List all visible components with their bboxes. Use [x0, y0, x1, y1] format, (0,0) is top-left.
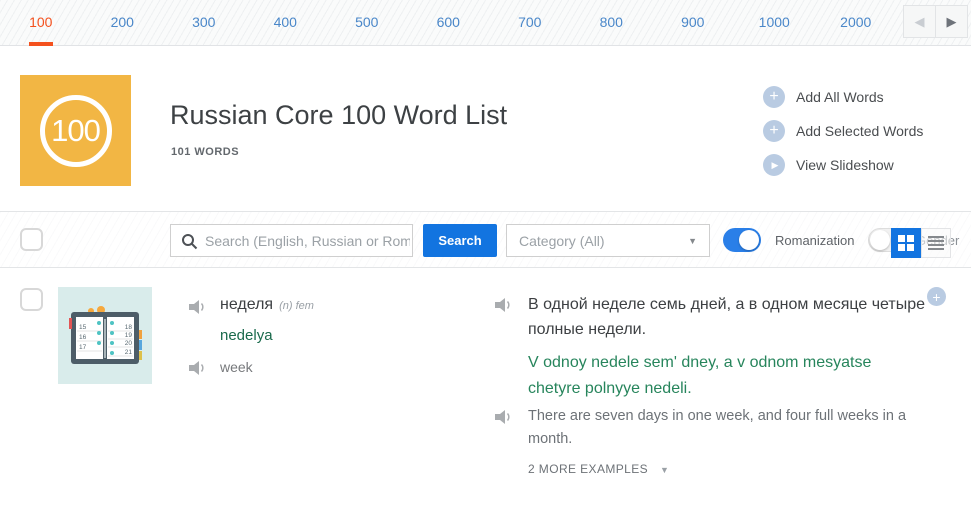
add-selected-words-button[interactable]: + Add Selected Words: [763, 120, 923, 142]
grid-view-button[interactable]: [891, 228, 921, 258]
right-arrow-icon: ▶: [947, 15, 957, 28]
word-meaning: week: [220, 359, 253, 375]
word-pos: (n) fem: [279, 300, 314, 312]
tab-200[interactable]: 200: [82, 0, 164, 46]
svg-text:18: 18: [125, 324, 133, 331]
chevron-down-icon: ▼: [688, 225, 697, 258]
svg-text:20: 20: [125, 340, 133, 347]
word-count: 101 WORDS: [171, 146, 239, 158]
add-word-button[interactable]: +: [927, 287, 946, 306]
list-badge: 100: [20, 75, 131, 186]
list-view-icon: [928, 236, 944, 238]
search-button[interactable]: Search: [423, 224, 497, 257]
speaker-icon: [188, 299, 207, 315]
play-meaning-audio-button[interactable]: [188, 360, 207, 381]
svg-text:17: 17: [79, 344, 87, 351]
view-slideshow-button[interactable]: ▶ View Slideshow: [763, 154, 923, 176]
select-all-checkbox[interactable]: [20, 228, 43, 251]
svg-text:15: 15: [79, 324, 87, 331]
category-value: Category (All): [519, 225, 605, 257]
add-selected-words-label: Add Selected Words: [796, 123, 923, 139]
view-slideshow-label: View Slideshow: [796, 157, 894, 173]
word-romanization: nedelya: [220, 327, 273, 344]
category-dropdown[interactable]: Category (All) ▼: [506, 224, 710, 257]
tab-500[interactable]: 500: [326, 0, 408, 46]
tab-2000[interactable]: 2000: [815, 0, 897, 46]
tab-600[interactable]: 600: [408, 0, 490, 46]
search-input[interactable]: [205, 225, 410, 256]
add-all-words-button[interactable]: + Add All Words: [763, 86, 923, 108]
example-russian: В одной неделе семь дней, а в одном меся…: [528, 292, 932, 342]
play-word-audio-button[interactable]: [188, 299, 207, 320]
prev-tabs-button[interactable]: ◀: [903, 5, 936, 38]
play-example-audio-button[interactable]: [494, 297, 513, 318]
more-examples-button[interactable]: 2 MORE EXAMPLES ▼: [528, 462, 669, 476]
search-box: [170, 224, 413, 257]
example-romanization: V odnoy nedele sem' dney, a v odnom mesy…: [528, 350, 900, 402]
list-toolbar: Search Category (All) ▼ Romanization Gen…: [0, 211, 971, 268]
tab-700[interactable]: 700: [489, 0, 571, 46]
speaker-icon: [188, 360, 207, 376]
word-russian: неделя: [220, 296, 273, 313]
romanization-label: Romanization: [775, 233, 855, 248]
svg-text:19: 19: [125, 332, 133, 339]
chevron-down-icon: ▼: [660, 465, 669, 475]
level-tabs: 100 200 300 400 500 600 700 800 900 1000…: [0, 0, 897, 46]
plus-circle-icon: +: [763, 120, 785, 142]
level-tab-bar: 100 200 300 400 500 600 700 800 900 1000…: [0, 0, 971, 46]
tab-300[interactable]: 300: [163, 0, 245, 46]
tab-pager: ◀ ▶: [903, 5, 968, 38]
next-tabs-button[interactable]: ▶: [935, 5, 968, 38]
tab-1000[interactable]: 1000: [734, 0, 816, 46]
tab-800[interactable]: 800: [571, 0, 653, 46]
plus-circle-icon: +: [763, 86, 785, 108]
word-row: 15 16 17 18 19 20 21 неделя (n) fem nedel…: [0, 268, 971, 506]
more-examples-label: 2 MORE EXAMPLES: [528, 462, 648, 476]
play-circle-icon: ▶: [763, 154, 785, 176]
romanization-toggle[interactable]: [723, 228, 761, 252]
word-list-page: 100 200 300 400 500 600 700 800 900 1000…: [0, 0, 971, 506]
example-english: There are seven days in one week, and fo…: [528, 405, 928, 451]
search-icon: [181, 233, 198, 250]
svg-text:16: 16: [79, 334, 87, 341]
word-checkbox[interactable]: [20, 288, 43, 311]
list-actions: + Add All Words + Add Selected Words ▶ V…: [763, 86, 923, 188]
list-view-button[interactable]: [921, 228, 951, 258]
left-arrow-icon: ◀: [915, 15, 925, 28]
speaker-icon: [494, 297, 513, 313]
svg-text:21: 21: [125, 349, 133, 356]
page-title: Russian Core 100 Word List: [170, 100, 507, 131]
add-all-words-label: Add All Words: [796, 89, 884, 105]
tab-900[interactable]: 900: [652, 0, 734, 46]
word-image-calendar: 15 16 17 18 19 20 21: [58, 287, 152, 384]
speaker-icon: [494, 409, 513, 425]
play-example-english-audio-button[interactable]: [494, 409, 513, 430]
tab-400[interactable]: 400: [245, 0, 327, 46]
grid-view-icon: [897, 234, 915, 252]
badge-100-icon: 100: [40, 95, 112, 167]
tab-100[interactable]: 100: [0, 0, 82, 46]
word-headline: неделя (n) fem: [220, 296, 314, 314]
